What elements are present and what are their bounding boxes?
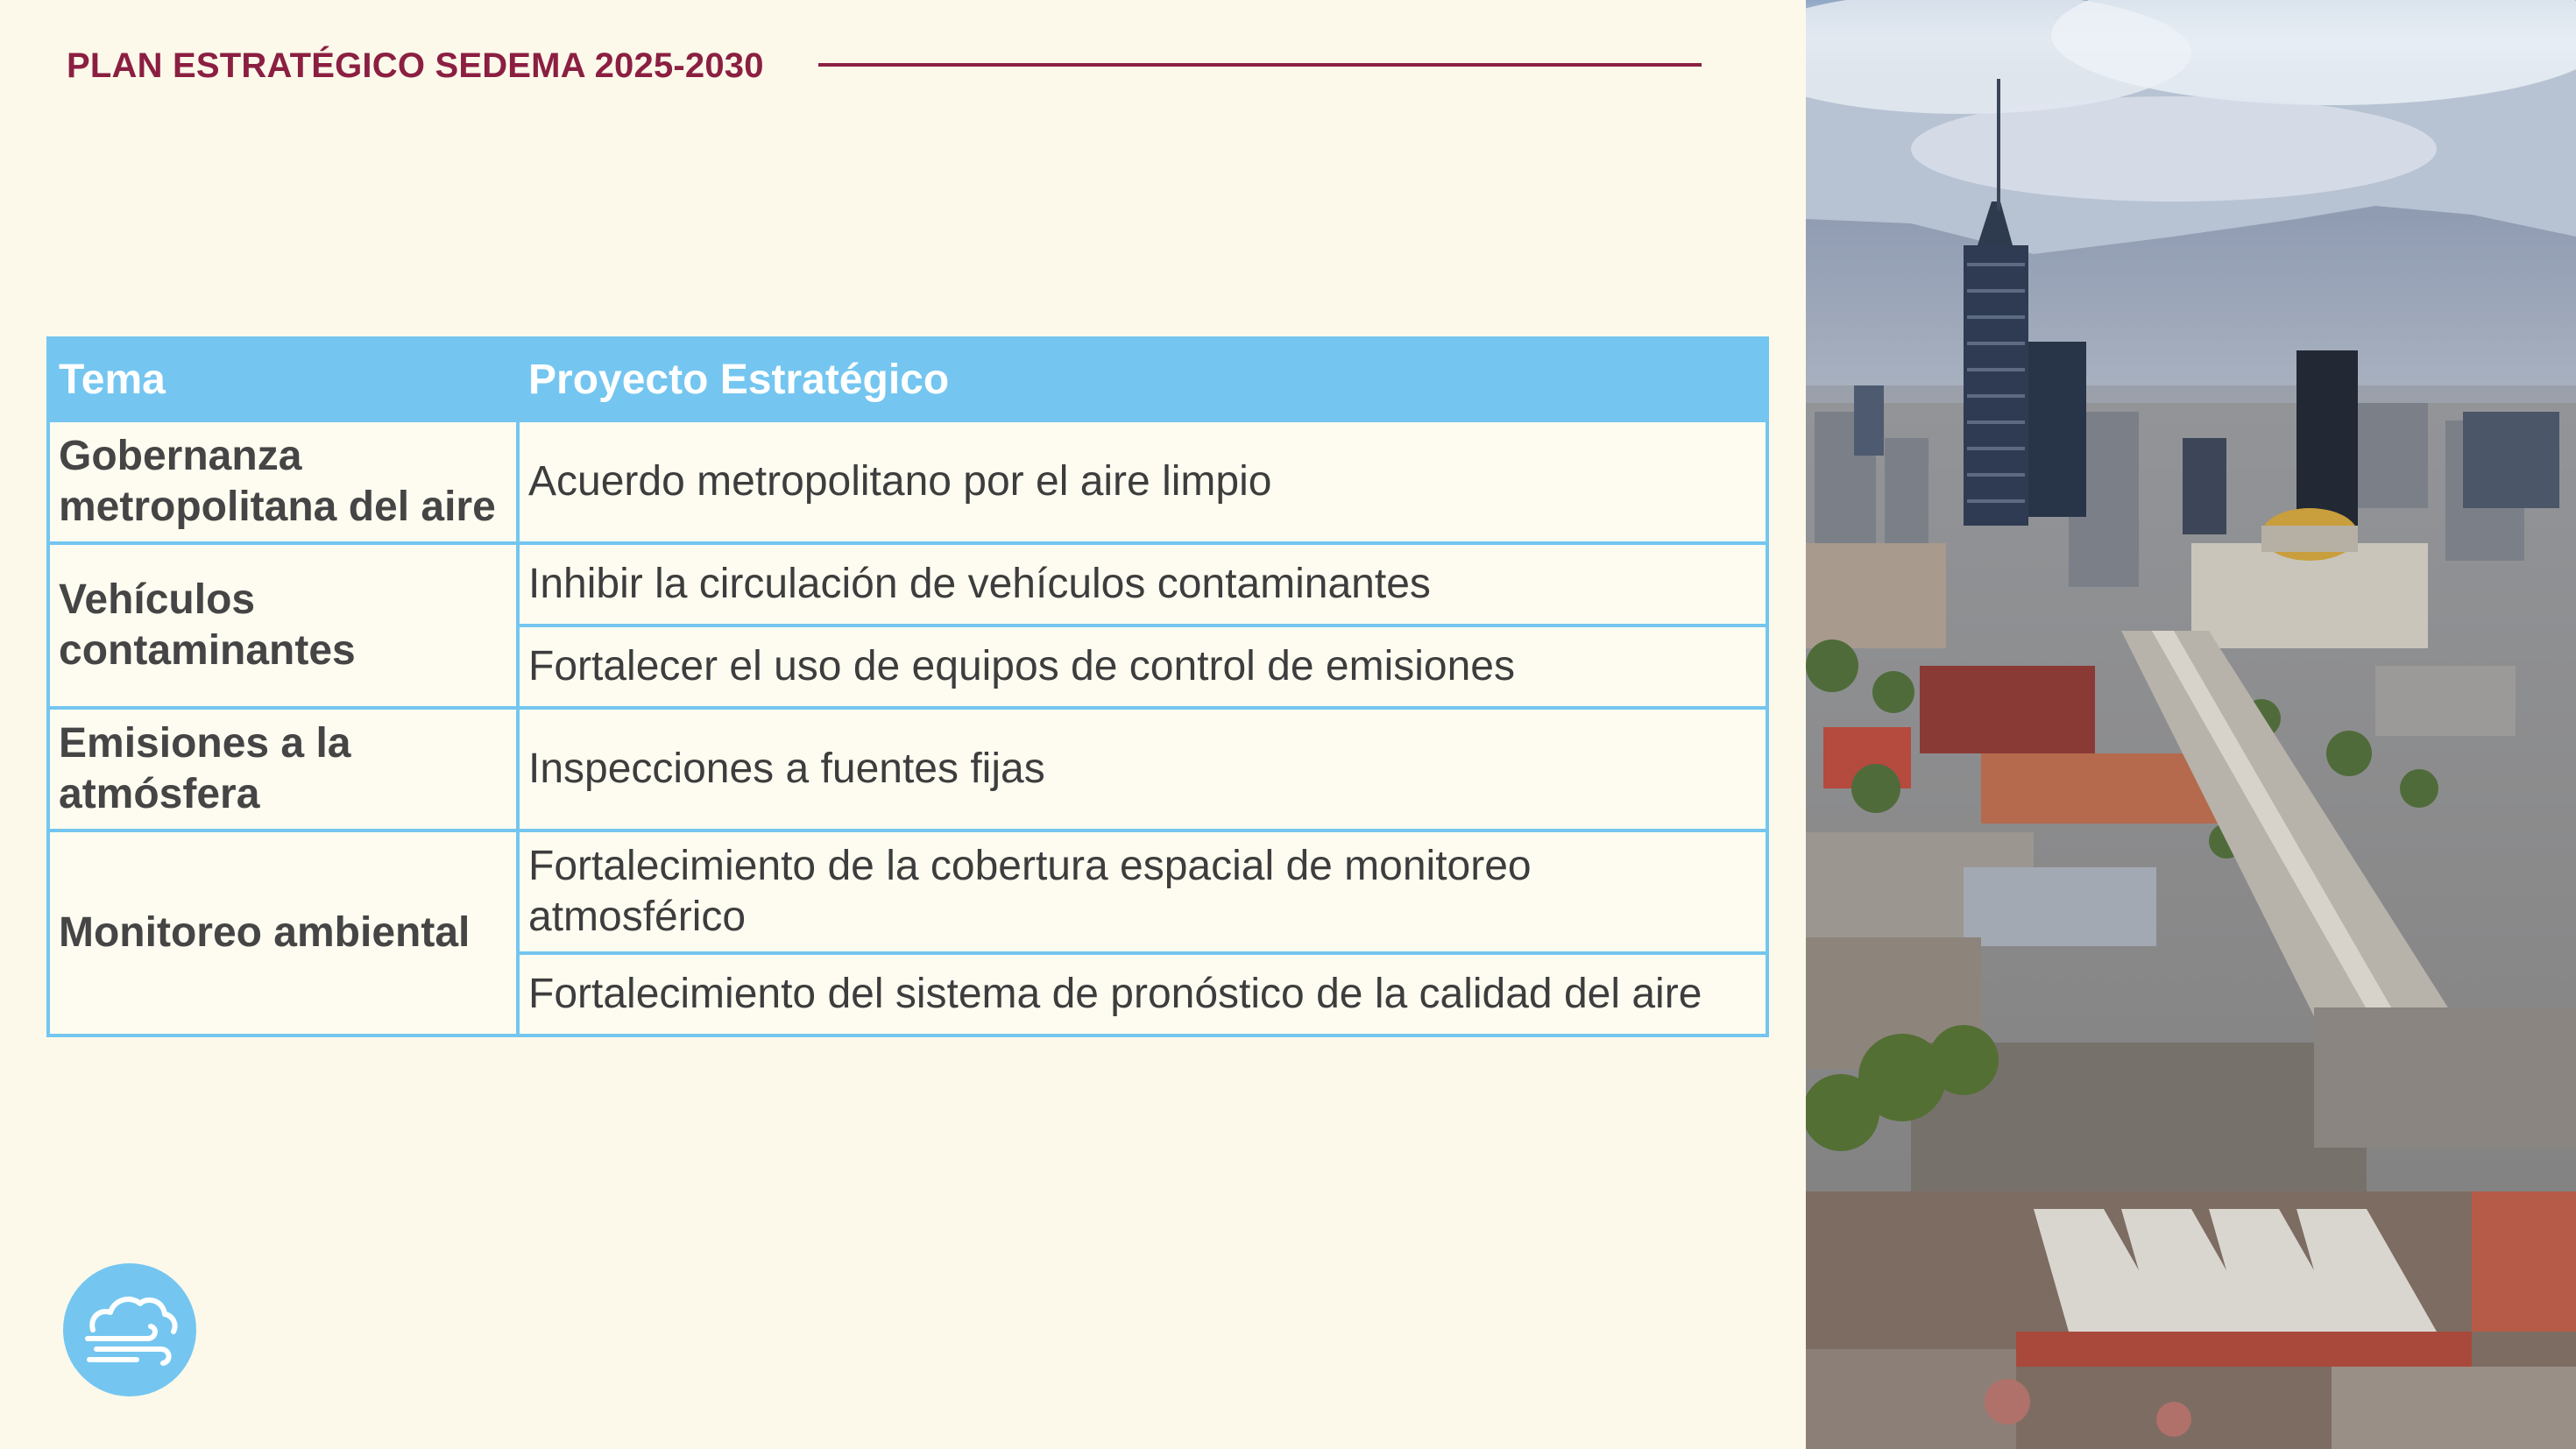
table-row: Gobernanza metropolitana del aire Acuerd…	[46, 419, 1769, 545]
topic-cell: Monitoreo ambiental	[46, 829, 520, 1037]
table-row: Emisiones a la atmósfera Inspecciones a …	[46, 706, 1769, 832]
topic-cell: Gobernanza metropolitana del aire	[46, 419, 520, 545]
project-cell: Acuerdo metropolitano por el aire limpio	[516, 419, 1769, 545]
table-header-row: Tema Proyecto Estratégico	[46, 336, 1769, 422]
project-cell: Fortalecimiento del sistema de pronóstic…	[516, 951, 1769, 1037]
topic-cell: Emisiones a la atmósfera	[46, 706, 520, 832]
table-row: Monitoreo ambiental Fortalecimiento de l…	[46, 829, 1769, 1037]
strategy-table: Tema Proyecto Estratégico Gobernanza met…	[46, 336, 1769, 1037]
slide-title: PLAN ESTRATÉGICO SEDEMA 2025-2030	[67, 46, 764, 85]
project-cell: Fortalecimiento de la cobertura espacial…	[516, 829, 1769, 955]
slide-header: PLAN ESTRATÉGICO SEDEMA 2025-2030	[67, 44, 764, 88]
column-header-proyecto: Proyecto Estratégico	[516, 336, 1769, 422]
project-cell: Inhibir la circulación de vehículos cont…	[516, 541, 1769, 627]
strategy-table-container: Tema Proyecto Estratégico Gobernanza met…	[46, 336, 1769, 1037]
table-row: Vehículos contaminantes Inhibir la circu…	[46, 541, 1769, 710]
column-header-tema: Tema	[46, 336, 520, 422]
project-cell: Fortalecer el uso de equipos de control …	[516, 624, 1769, 710]
project-cell: Inspecciones a fuentes fijas	[516, 706, 1769, 832]
city-skyline-photo	[1806, 0, 2576, 1449]
cloud-wind-icon	[63, 1263, 196, 1396]
header-divider	[818, 63, 1702, 67]
topic-cell: Vehículos contaminantes	[46, 541, 520, 710]
